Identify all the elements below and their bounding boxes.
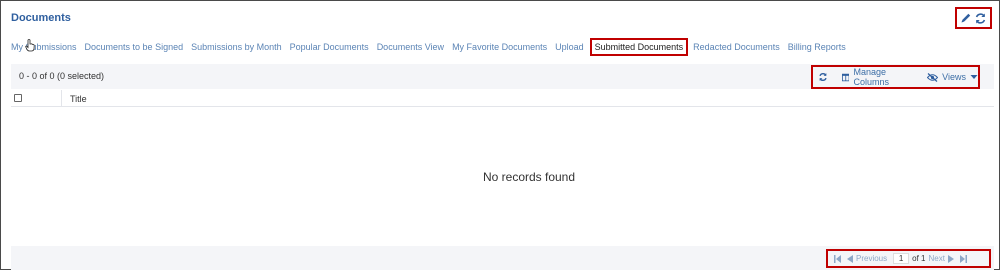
tab-my-favorite-documents[interactable]: My Favorite Documents [452, 42, 547, 52]
documents-panel: Documents My Submissions Documents to be… [0, 0, 1000, 270]
tab-redacted-documents[interactable]: Redacted Documents [693, 42, 780, 52]
next-page-icon [947, 254, 954, 263]
manage-columns-label: Manage Columns [853, 67, 889, 87]
grid-toolbar: 0 - 0 of 0 (0 selected) Manage Columns V… [11, 64, 994, 89]
last-page-icon [959, 254, 967, 263]
pagination: Previous 1 of 1 Next [826, 249, 991, 268]
refresh-icon [819, 72, 827, 82]
last-page-button[interactable] [959, 254, 967, 263]
page-total-label: of 1 [912, 254, 926, 263]
prev-page-button[interactable] [847, 254, 853, 263]
first-page-button[interactable] [834, 254, 841, 263]
empty-state-message: No records found [482, 170, 576, 184]
manage-columns-button[interactable]: Manage Columns [842, 67, 912, 87]
tab-documents-view[interactable]: Documents View [377, 42, 444, 52]
header-tools [955, 7, 992, 29]
next-page-button[interactable] [947, 254, 954, 263]
column-divider [61, 90, 62, 107]
column-header-title[interactable]: Title [70, 94, 87, 104]
refresh-icon[interactable] [974, 12, 987, 25]
tab-upload[interactable]: Upload [555, 42, 584, 52]
select-all-checkbox[interactable] [14, 94, 22, 102]
grid-refresh-button[interactable] [818, 72, 828, 82]
views-label: Views [942, 72, 966, 82]
pencil-icon[interactable] [960, 12, 972, 24]
tab-my-submissions[interactable]: My Submissions [11, 42, 77, 52]
page-title: Documents [11, 12, 71, 24]
eye-slash-icon [927, 72, 939, 82]
previous-label[interactable]: Previous [856, 254, 887, 263]
hand-cursor-icon [25, 39, 35, 57]
next-label[interactable]: Next [928, 254, 944, 263]
views-dropdown[interactable]: Views [927, 72, 978, 82]
prev-page-icon [847, 254, 853, 263]
tab-submitted-documents[interactable]: Submitted Documents [589, 38, 689, 56]
caret-down-icon [970, 75, 978, 79]
table-header: Title [11, 90, 994, 107]
grid-footer: Previous 1 of 1 Next [11, 246, 994, 270]
tab-billing-reports[interactable]: Billing Reports [788, 42, 846, 52]
columns-icon [842, 73, 850, 81]
tab-popular-documents[interactable]: Popular Documents [290, 42, 369, 52]
tab-submissions-by-month[interactable]: Submissions by Month [191, 42, 282, 52]
grid-actions: Manage Columns Views [811, 65, 980, 89]
page-number-input[interactable]: 1 [893, 253, 910, 264]
first-page-icon [834, 254, 841, 263]
tab-bar: My Submissions Documents to be Signed Su… [11, 37, 854, 57]
tab-documents-to-be-signed[interactable]: Documents to be Signed [85, 42, 184, 52]
selection-count: 0 - 0 of 0 (0 selected) [19, 71, 105, 81]
